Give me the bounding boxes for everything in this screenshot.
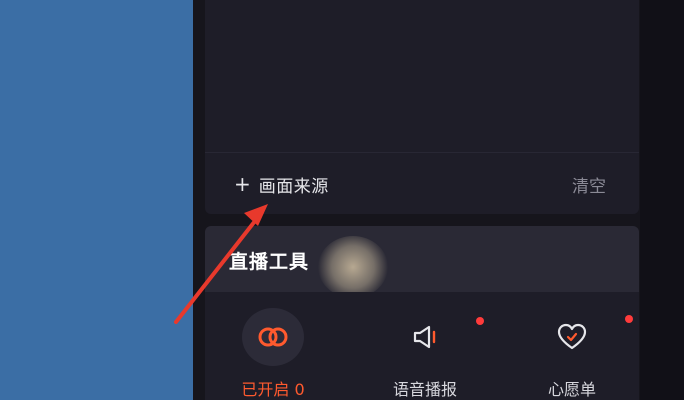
- annotation-arrow: [174, 204, 268, 324]
